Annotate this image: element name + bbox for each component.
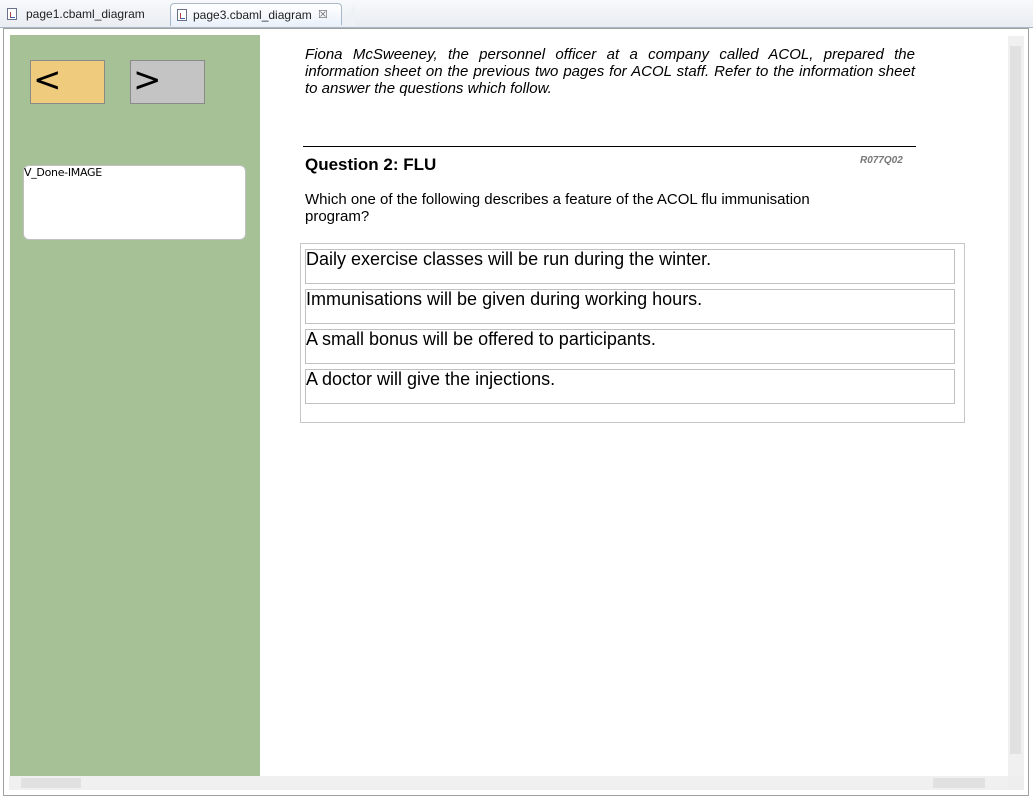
done-image-label: V_Done-IMAGE	[24, 166, 102, 179]
intro-text: Fiona McSweeney, the personnel officer a…	[305, 46, 915, 97]
answer-option-label: Immunisations will be given during worki…	[306, 289, 703, 309]
answer-option-c[interactable]: A small bonus will be offered to partici…	[305, 329, 955, 364]
tab-page1[interactable]: page1.cbaml_diagram	[0, 3, 168, 26]
next-button[interactable]: >	[130, 60, 205, 104]
question-title: Question 2: FLU	[305, 155, 437, 174]
question-code: R077Q02	[860, 155, 903, 166]
vertical-scroll-thumb[interactable]	[1010, 46, 1021, 754]
tab-page3[interactable]: page3.cbaml_diagram ☒	[170, 3, 355, 26]
scrollbar-corner	[1008, 776, 1024, 790]
done-image-placeholder: V_Done-IMAGE	[23, 165, 246, 240]
vertical-scrollbar[interactable]	[1008, 36, 1024, 776]
answer-option-a[interactable]: Daily exercise classes will be run durin…	[305, 249, 955, 284]
answer-option-d[interactable]: A doctor will give the injections.	[305, 369, 955, 404]
tab-label: page3.cbaml_diagram	[193, 8, 312, 22]
answer-option-label: A small bonus will be offered to partici…	[306, 329, 656, 349]
close-icon[interactable]: ☒	[318, 4, 328, 26]
answer-option-b[interactable]: Immunisations will be given during worki…	[305, 289, 955, 324]
horizontal-scroll-thumb[interactable]	[21, 778, 81, 788]
question-text: Which one of the following describes a f…	[305, 191, 810, 225]
tab-label: page1.cbaml_diagram	[26, 7, 145, 21]
answer-option-label: A doctor will give the injections.	[306, 369, 556, 389]
answer-option-label: Daily exercise classes will be run durin…	[306, 249, 712, 269]
previous-button[interactable]: <	[30, 60, 105, 104]
diagram-file-icon	[177, 9, 187, 21]
diagram-file-icon	[7, 8, 17, 20]
navigation-panel	[10, 35, 260, 776]
horizontal-scrollbar[interactable]	[9, 776, 1008, 790]
editor-tab-bar: page1.cbaml_diagram page3.cbaml_diagram …	[0, 0, 1033, 28]
horizontal-scroll-track-end	[933, 778, 985, 788]
divider	[303, 146, 916, 147]
